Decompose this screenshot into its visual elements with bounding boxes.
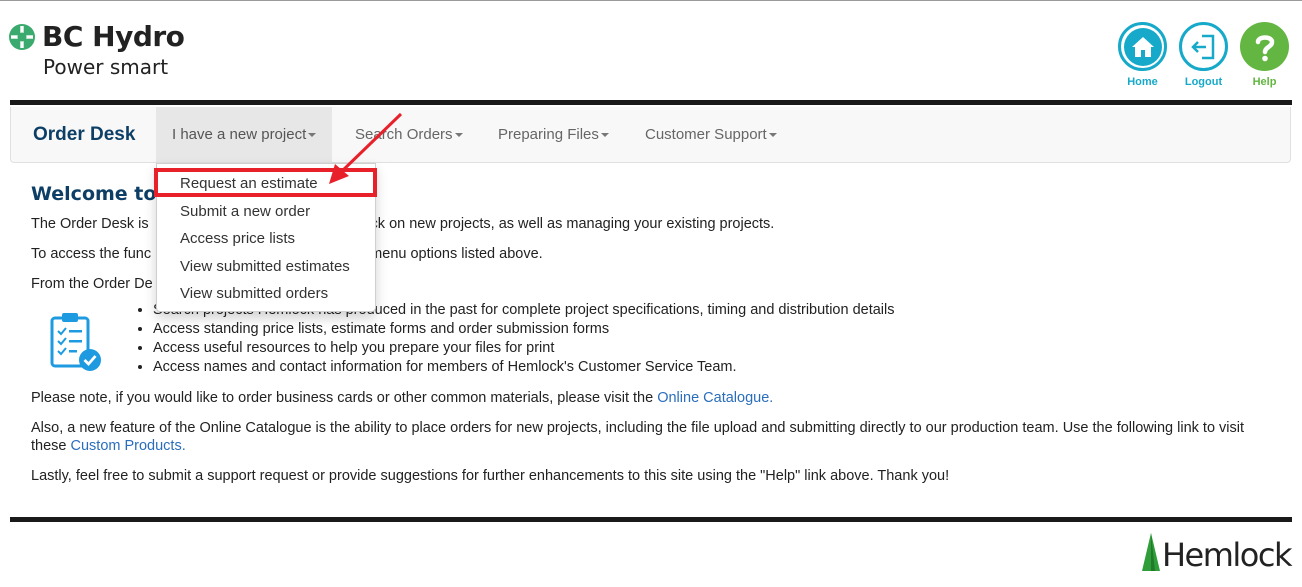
features-list: Search projects Hemlock has produced in …	[133, 301, 895, 377]
header-divider	[10, 100, 1292, 105]
top-border	[0, 0, 1302, 1]
brand-tagline: Power smart	[43, 55, 169, 79]
intro-start: The Order Desk is	[31, 216, 149, 232]
nav-customer-support[interactable]: Customer Support	[629, 107, 793, 162]
lastly-paragraph: Lastly, feel free to submit a support re…	[31, 468, 950, 484]
nav-customer-support-label: Customer Support	[645, 126, 767, 143]
home-button[interactable]	[1118, 22, 1167, 71]
access-start: To access the func	[31, 246, 152, 262]
from-start: From the Order De	[31, 276, 153, 292]
home-label: Home	[1127, 76, 1158, 88]
intro-end: Hemlock on new projects, as well as mana…	[328, 216, 775, 232]
caret-down-icon	[454, 133, 463, 138]
list-item: Access names and contact information for…	[153, 358, 895, 377]
logout-label: Logout	[1184, 76, 1223, 88]
clipboard-checklist-icon	[50, 313, 101, 371]
logout-link[interactable]: Logout	[1179, 22, 1228, 88]
main-navbar: Order Desk I have a new project Search O…	[10, 107, 1291, 163]
bc-hydro-mark-icon	[9, 23, 35, 50]
help-label: Help	[1252, 76, 1277, 88]
access-end: e menu options listed above.	[358, 246, 543, 262]
list-item: Access useful resources to help you prep…	[153, 339, 895, 358]
logout-icon	[1190, 34, 1214, 59]
note-paragraph: Please note, if you would like to order …	[31, 389, 1271, 407]
logout-button[interactable]	[1179, 22, 1228, 71]
hemlock-logo: Hemlock	[1140, 533, 1293, 574]
brand-name: BC Hydro	[42, 20, 185, 53]
top-nav: Home Logout Help	[1118, 22, 1289, 88]
home-icon	[1131, 36, 1154, 57]
menu-item-price-lists[interactable]: Access price lists	[157, 225, 375, 253]
nav-new-project-label: I have a new project	[172, 126, 307, 143]
hemlock-brand: Hemlock	[1161, 536, 1293, 574]
annotation-arrow-icon	[329, 112, 403, 184]
menu-item-submitted-orders[interactable]: View submitted orders	[157, 280, 375, 308]
list-item: Access standing price lists, estimate fo…	[153, 320, 895, 339]
menu-item-submit-order[interactable]: Submit a new order	[157, 198, 375, 226]
caret-down-icon	[600, 133, 609, 138]
note-text: Please note, if you would like to order …	[31, 390, 658, 406]
also-paragraph: Also, a new feature of the Online Catalo…	[31, 419, 1271, 455]
also-text: Also, a new feature of the Online Catalo…	[31, 420, 1245, 454]
navbar-brand[interactable]: Order Desk	[33, 124, 135, 146]
caret-down-icon	[308, 133, 317, 138]
nav-preparing-files-label: Preparing Files	[498, 126, 599, 143]
hemlock-tree-icon	[1141, 533, 1160, 571]
bc-hydro-logo[interactable]: BC Hydro Power smart	[8, 20, 185, 79]
caret-down-icon	[768, 133, 777, 138]
menu-item-submitted-estimates[interactable]: View submitted estimates	[157, 253, 375, 281]
help-button[interactable]	[1240, 22, 1289, 71]
nav-preparing-files[interactable]: Preparing Files	[482, 107, 625, 162]
nav-new-project[interactable]: I have a new project	[156, 107, 333, 162]
custom-products-link[interactable]: Custom Products.	[71, 438, 186, 454]
footer-divider	[10, 517, 1292, 522]
help-link[interactable]: Help	[1240, 22, 1289, 88]
home-link[interactable]: Home	[1118, 22, 1167, 88]
help-icon	[1255, 34, 1274, 61]
features-block: Search projects Hemlock has produced in …	[31, 301, 1271, 377]
online-catalogue-link[interactable]: Online Catalogue.	[657, 390, 773, 406]
